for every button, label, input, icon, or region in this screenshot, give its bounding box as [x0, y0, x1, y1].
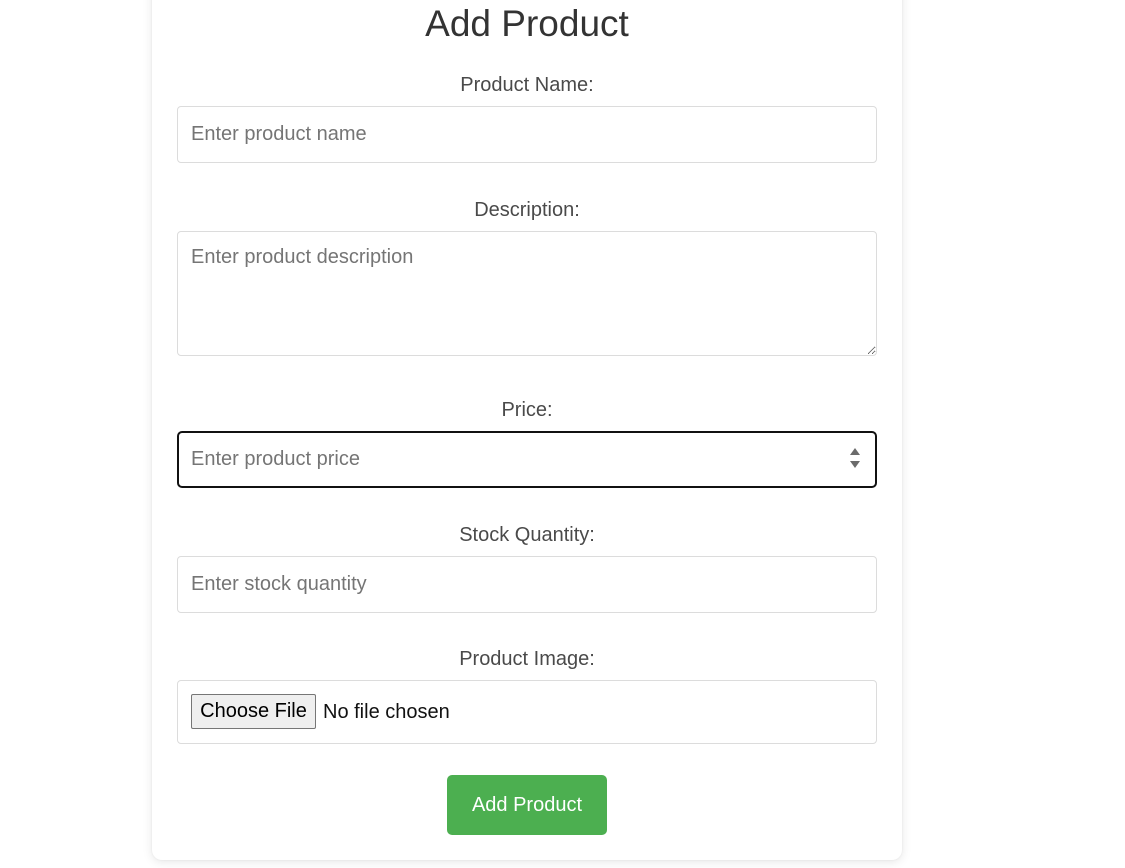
- number-stepper-icon[interactable]: [849, 447, 861, 471]
- product-image-label: Product Image:: [459, 648, 595, 670]
- file-input-box[interactable]: Choose File No file chosen: [177, 680, 877, 744]
- stepper-down-arrow-icon[interactable]: [850, 461, 860, 468]
- stepper-up-arrow-icon[interactable]: [850, 448, 860, 455]
- stock-quantity-input[interactable]: [177, 556, 877, 613]
- stock-quantity-label: Stock Quantity:: [459, 524, 595, 546]
- choose-file-button[interactable]: Choose File: [191, 694, 316, 729]
- add-product-card: Add Product Product Name: Description: P…: [152, 0, 902, 860]
- description-textarea[interactable]: [177, 231, 877, 356]
- price-field-wrapper: [152, 431, 902, 488]
- product-name-input[interactable]: [177, 106, 877, 163]
- page-title: Add Product: [425, 3, 629, 44]
- price-label: Price:: [501, 399, 553, 421]
- price-input[interactable]: [177, 431, 877, 488]
- product-name-label: Product Name:: [460, 74, 594, 96]
- description-label: Description:: [474, 199, 580, 221]
- file-status-text: No file chosen: [323, 701, 450, 723]
- add-product-button[interactable]: Add Product: [447, 775, 607, 835]
